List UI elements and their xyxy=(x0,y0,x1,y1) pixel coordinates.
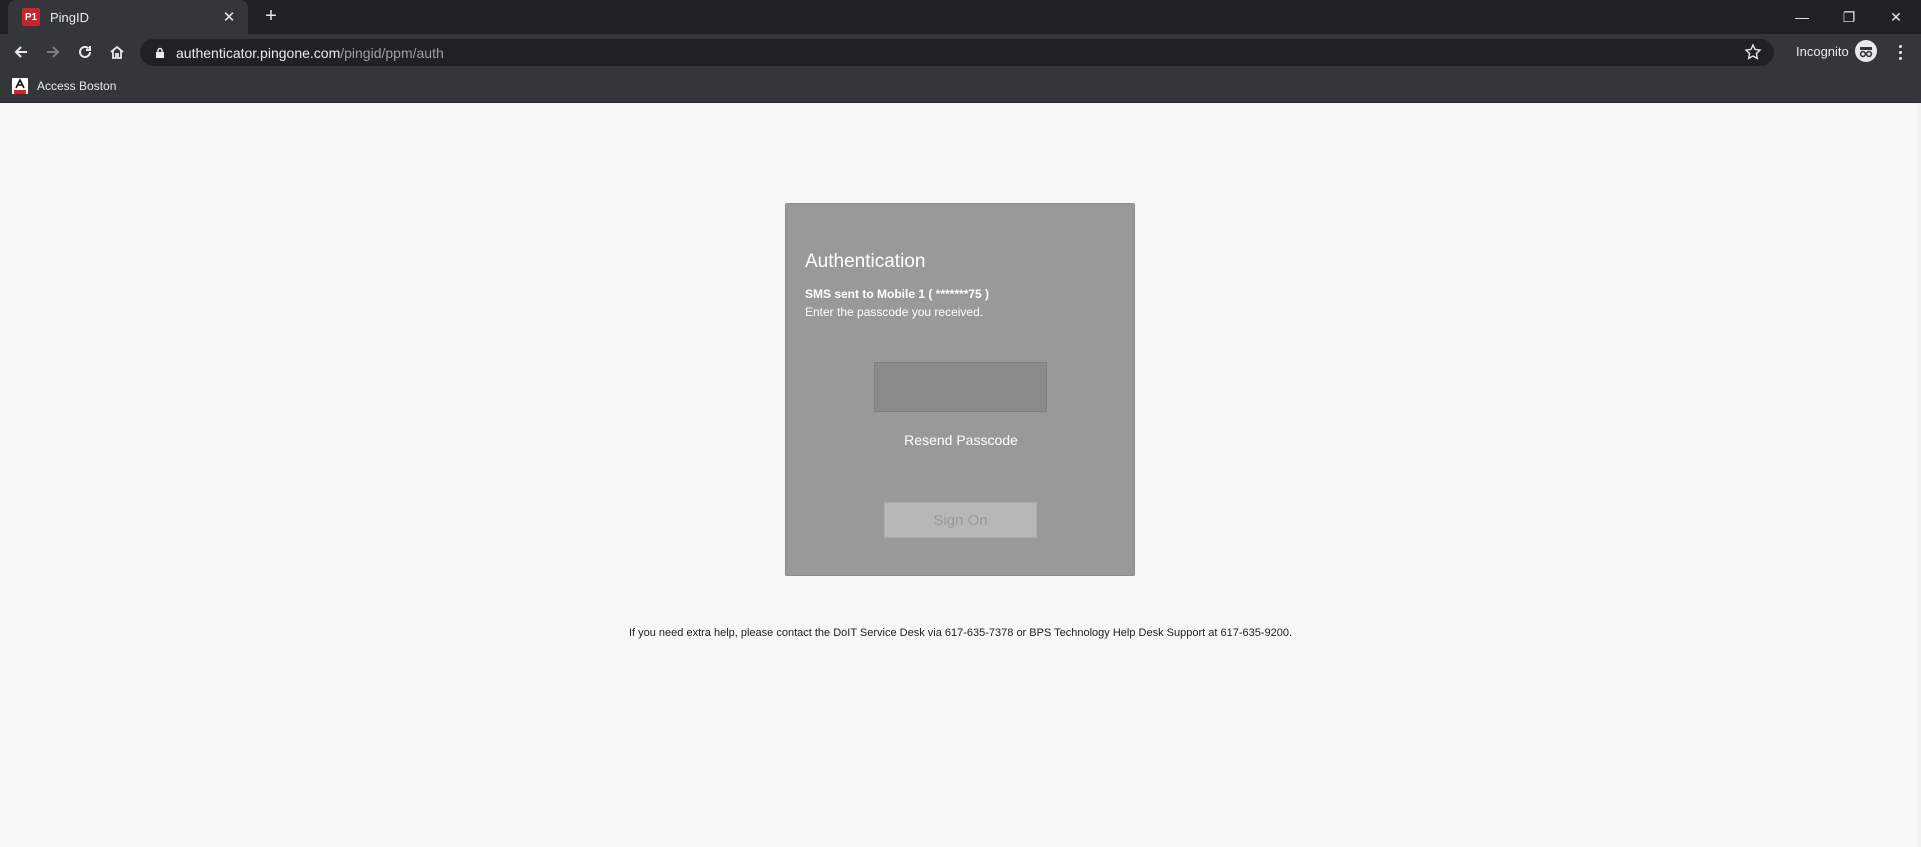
browser-menu-icon[interactable] xyxy=(1890,40,1910,64)
bookmark-access-boston[interactable]: Access Boston xyxy=(12,76,116,96)
reload-button[interactable] xyxy=(73,40,97,64)
instruction-text: Enter the passcode you received. xyxy=(805,305,984,319)
home-icon xyxy=(110,45,124,59)
browser-toolbar: authenticator.pingone.com/pingid/ppm/aut… xyxy=(0,34,1921,70)
sign-on-button[interactable]: Sign On xyxy=(884,502,1037,538)
pingone-favicon-icon: P1 xyxy=(22,8,40,26)
back-arrow-icon xyxy=(14,46,27,58)
address-bar[interactable]: authenticator.pingone.com/pingid/ppm/aut… xyxy=(140,39,1774,66)
page-title: Authentication xyxy=(805,251,926,272)
bookmark-label: Access Boston xyxy=(37,79,117,93)
back-button[interactable] xyxy=(9,40,33,64)
restore-button[interactable]: ❐ xyxy=(1826,4,1872,30)
tab-close-icon[interactable]: ✕ xyxy=(220,8,238,26)
incognito-icon[interactable] xyxy=(1855,40,1877,62)
passcode-input[interactable] xyxy=(874,362,1047,412)
sms-status-text: SMS sent to Mobile 1 ( *******75 ) xyxy=(805,287,990,301)
tab-title: PingID xyxy=(50,9,90,25)
forward-button[interactable] xyxy=(41,40,65,64)
access-boston-icon xyxy=(12,78,28,94)
authentication-card: Authentication SMS sent to Mobile 1 ( **… xyxy=(785,203,1135,576)
resend-passcode-link[interactable]: Resend Passcode xyxy=(786,432,1136,448)
lock-icon xyxy=(156,47,164,58)
help-desk-text: If you need extra help, please contact t… xyxy=(628,627,1293,639)
bookmarks-bar: Access Boston xyxy=(0,70,1921,103)
bookmark-star-icon[interactable] xyxy=(1744,43,1762,61)
reload-icon xyxy=(79,45,91,58)
close-window-button[interactable]: ✕ xyxy=(1873,4,1919,30)
new-tab-button[interactable]: + xyxy=(260,6,282,28)
page-content: Authentication SMS sent to Mobile 1 ( **… xyxy=(0,103,1921,847)
home-button[interactable] xyxy=(105,40,129,64)
page-scrollbar[interactable] xyxy=(1917,103,1921,847)
url-path: /pingid/ppm/auth xyxy=(340,44,444,61)
browser-titlebar: P1 PingID ✕ + — ❐ ✕ xyxy=(0,0,1921,34)
minimize-button[interactable]: — xyxy=(1779,4,1825,30)
browser-tab-pingid[interactable]: P1 PingID ✕ xyxy=(8,0,248,34)
incognito-label: Incognito xyxy=(1796,44,1849,59)
url-host: authenticator.pingone.com xyxy=(176,44,341,61)
forward-arrow-icon xyxy=(47,46,60,58)
